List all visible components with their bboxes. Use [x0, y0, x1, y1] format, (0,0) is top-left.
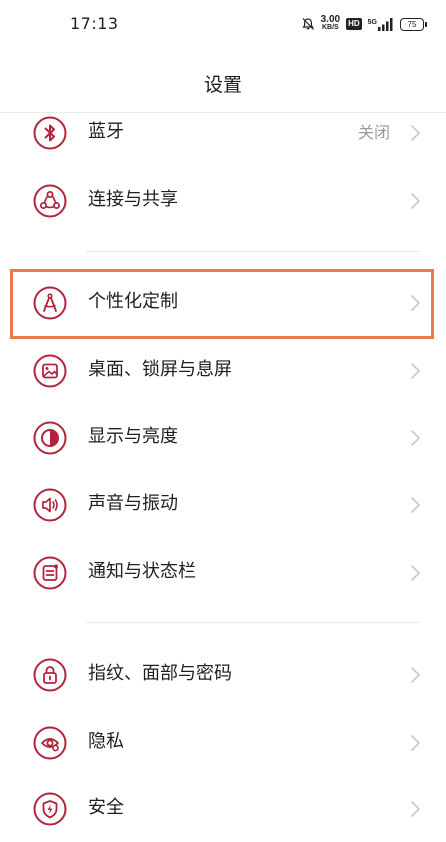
chevron-right-icon	[410, 429, 422, 447]
settings-item-label: 声音与振动	[88, 493, 178, 514]
wallpaper-icon	[33, 354, 67, 388]
network-type-label: 5G	[367, 18, 377, 26]
chevron-right-icon	[410, 192, 422, 210]
settings-item-bluetooth[interactable]: 蓝牙 关闭	[0, 100, 446, 166]
settings-item-label: 安全	[88, 797, 124, 818]
section-divider	[86, 622, 420, 623]
section-divider	[86, 251, 420, 252]
status-icons: 3.00 KB/S HD 5G 75	[301, 14, 427, 34]
settings-item-value: 关闭	[357, 123, 390, 142]
chevron-right-icon	[410, 666, 422, 684]
lock-icon	[33, 658, 67, 692]
settings-item-label: 指纹、面部与密码	[88, 663, 232, 684]
hd-badge: HD	[346, 18, 362, 30]
network-speed-unit: KB/S	[321, 24, 339, 31]
privacy-eye-icon	[33, 726, 67, 760]
mute-bell-icon	[301, 17, 315, 31]
chevron-right-icon	[410, 362, 422, 380]
status-bar: 17:13 3.00 KB/S HD 5G 75	[0, 0, 446, 46]
highlight-box	[10, 269, 434, 339]
settings-item-notification-statusbar[interactable]: 通知与状态栏	[0, 540, 446, 606]
battery-icon: 75	[400, 17, 427, 31]
security-shield-icon	[33, 792, 67, 826]
battery-level: 75	[407, 19, 417, 29]
chevron-right-icon	[410, 496, 422, 514]
network-speed: 3.00 KB/S	[320, 14, 341, 32]
settings-item-label: 通知与状态栏	[88, 561, 196, 582]
settings-item-desktop-lockscreen[interactable]: 桌面、锁屏与息屏	[0, 338, 446, 404]
settings-item-label: 连接与共享	[88, 189, 178, 210]
chevron-right-icon	[410, 734, 422, 752]
settings-item-security[interactable]: 安全	[0, 776, 446, 842]
chevron-right-icon	[410, 564, 422, 582]
bluetooth-icon	[33, 116, 67, 150]
network-speed-value: 3.00	[320, 14, 341, 25]
signal-icon: 5G	[367, 17, 394, 31]
settings-item-display-brightness[interactable]: 显示与亮度	[0, 405, 446, 471]
settings-item-privacy[interactable]: 隐私	[0, 710, 446, 776]
sound-vibration-icon	[33, 488, 67, 522]
settings-item-fingerprint-face-password[interactable]: 指纹、面部与密码	[0, 642, 446, 708]
settings-item-label: 隐私	[88, 731, 124, 752]
status-time: 17:13	[70, 14, 119, 33]
settings-item-label: 蓝牙	[88, 121, 124, 142]
chevron-right-icon	[410, 124, 422, 142]
notification-icon	[33, 556, 67, 590]
settings-item-label: 显示与亮度	[88, 426, 178, 447]
settings-item-label: 桌面、锁屏与息屏	[88, 359, 232, 380]
brightness-icon	[33, 421, 67, 455]
page-title: 设置	[203, 74, 242, 96]
settings-item-connection-sharing[interactable]: 连接与共享	[0, 168, 446, 234]
settings-item-sound-vibration[interactable]: 声音与振动	[0, 472, 446, 538]
chevron-right-icon	[410, 800, 422, 818]
share-connections-icon	[33, 184, 67, 218]
